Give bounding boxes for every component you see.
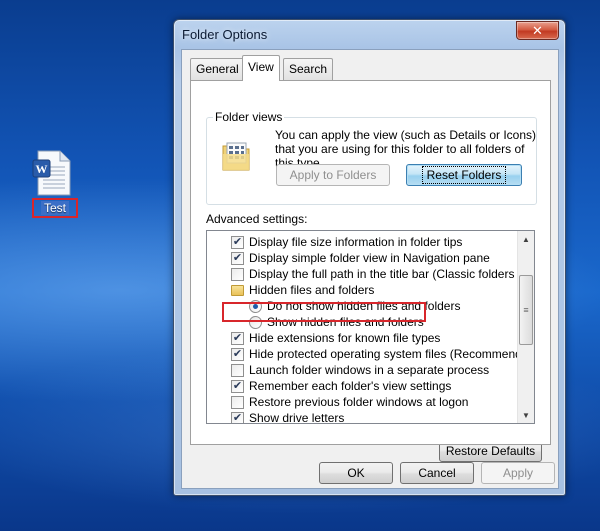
checkbox-remember-view[interactable]: ✔	[231, 379, 244, 393]
folder-icon	[231, 284, 244, 296]
tab-search[interactable]: Search	[283, 58, 334, 80]
close-icon: ✕	[532, 22, 543, 38]
vertical-scrollbar[interactable]: ▲ ≡ ▼	[517, 231, 534, 423]
title-bar[interactable]: Folder Options ✕	[174, 20, 565, 48]
apply-label: Apply	[502, 466, 534, 480]
list-item-label: Launch folder windows in a separate proc…	[249, 363, 490, 377]
highlight-box-hide-extensions	[222, 302, 426, 322]
icon-label-highlight: Test	[32, 198, 78, 218]
advanced-settings-list[interactable]: ✔ Display file size information in folde…	[206, 230, 535, 424]
reset-folders-button[interactable]: Reset Folders	[406, 164, 522, 186]
folder-views-legend: Folder views	[213, 110, 285, 124]
list-item[interactable]: Launch folder windows in a separate proc…	[231, 362, 489, 378]
tab-search-label: Search	[289, 62, 328, 76]
checkbox-hide-protected-files[interactable]: ✔	[231, 347, 244, 361]
folder-options-window: Folder Options ✕ General View Search Fol…	[173, 19, 566, 496]
tab-general[interactable]: General	[190, 58, 245, 80]
close-button[interactable]: ✕	[516, 21, 559, 40]
ok-label: OK	[347, 466, 365, 480]
list-item-label: Show drive letters	[249, 411, 345, 424]
folder-views-group: Folder views You can apply the view (suc…	[206, 110, 537, 205]
list-item[interactable]: Display the full path in the title bar (…	[231, 266, 535, 282]
list-item[interactable]: ✔ Remember each folder's view settings	[231, 378, 451, 394]
list-item-label: Hide extensions for known file types	[249, 331, 441, 345]
list-item-label: Remember each folder's view settings	[249, 379, 452, 393]
desktop-file-icon[interactable]: W Test	[24, 150, 84, 222]
scroll-down-icon[interactable]: ▼	[518, 407, 534, 423]
tab-view[interactable]: View	[242, 55, 280, 81]
apply-button[interactable]: Apply	[481, 462, 555, 484]
grip-icon: ≡	[523, 305, 529, 315]
cancel-label: Cancel	[418, 466, 456, 480]
list-item-label: Restore previous folder windows at logon	[249, 395, 469, 409]
list-item[interactable]: ✔ Show drive letters	[231, 410, 345, 424]
list-item-label: Display simple folder view in Navigation…	[249, 251, 490, 265]
checkbox-show-drive-letters[interactable]: ✔	[231, 411, 244, 423]
list-item-label: Hide protected operating system files (R…	[249, 347, 535, 361]
list-item[interactable]: ✔ Display file size information in folde…	[231, 234, 462, 250]
word-document-icon: W	[32, 150, 71, 196]
list-item[interactable]: ✔ Display simple folder view in Navigati…	[231, 250, 490, 266]
scroll-up-icon[interactable]: ▲	[518, 231, 534, 247]
list-item: Hidden files and folders	[231, 282, 374, 298]
list-item-label: Display the full path in the title bar (…	[249, 267, 535, 281]
checkbox-file-size-info[interactable]: ✔	[231, 235, 244, 249]
folder-view-icon	[222, 142, 250, 171]
checkbox-simple-folder-view[interactable]: ✔	[231, 251, 244, 265]
tab-view-label: View	[248, 60, 274, 74]
scrollbar-thumb[interactable]: ≡	[519, 275, 533, 345]
checkbox-hide-extensions[interactable]: ✔	[231, 331, 244, 345]
checkbox-separate-process[interactable]	[231, 363, 244, 377]
advanced-settings-label: Advanced settings:	[206, 212, 308, 226]
cancel-button[interactable]: Cancel	[400, 462, 474, 484]
list-item[interactable]: Restore previous folder windows at logon	[231, 394, 468, 410]
list-item-label: Display file size information in folder …	[249, 235, 463, 249]
apply-to-folders-label: Apply to Folders	[289, 168, 377, 182]
list-item[interactable]: ✔ Hide protected operating system files …	[231, 346, 535, 362]
ok-button[interactable]: OK	[319, 462, 393, 484]
list-item[interactable]: ✔ Hide extensions for known file types	[231, 330, 440, 346]
desktop-icon-label: Test	[40, 201, 69, 215]
reset-folders-label: Reset Folders	[421, 166, 507, 184]
svg-text:W: W	[36, 162, 48, 176]
checkbox-full-path-title[interactable]	[231, 267, 244, 281]
checkbox-restore-windows[interactable]	[231, 395, 244, 409]
window-title: Folder Options	[182, 27, 268, 42]
restore-defaults-label: Restore Defaults	[445, 444, 536, 458]
dialog-client-area: General View Search Folder views You can…	[181, 49, 559, 489]
apply-to-folders-button[interactable]: Apply to Folders	[276, 164, 390, 186]
tab-general-label: General	[196, 62, 239, 76]
list-item-label: Hidden files and folders	[249, 283, 375, 297]
